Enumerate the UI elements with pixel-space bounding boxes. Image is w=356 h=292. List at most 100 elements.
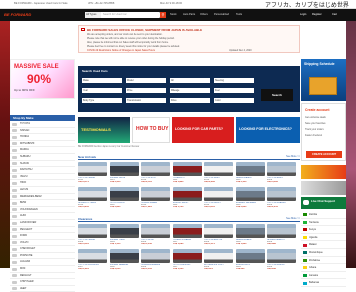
make-list-item[interactable]: SUBARU (10, 154, 75, 161)
create-account-button[interactable]: CREATE ACCOUNT (306, 151, 342, 158)
car-photo[interactable] (204, 224, 233, 238)
car-parts-banner[interactable]: LOOKING FOR CAR PARTS? (172, 117, 234, 143)
car-photo[interactable] (267, 224, 296, 238)
car-card[interactable]: NISSAN MARCH 2009 US$ 990 (267, 224, 296, 245)
car-card[interactable]: NISSAN NOTE 2013 US$ 2,450 (109, 162, 139, 183)
car-card[interactable]: NISSAN TIIDA 2009 US$ 1,150 (109, 224, 139, 245)
type-select[interactable]: All (170, 78, 210, 83)
clearance-see-more[interactable]: See More >> (286, 216, 300, 222)
car-card[interactable]: TOYOTA WISH 2010 US$ 2,830 (204, 162, 233, 183)
car-card[interactable]: SUBARU IMPREZA 2012 US$ 2,680 (235, 187, 265, 208)
car-card[interactable]: TOYOTA NOAH 2010 US$ 3,410 (204, 187, 233, 208)
car-photo[interactable] (172, 224, 202, 238)
body-type-select[interactable]: Body Type (82, 98, 122, 103)
car-photo[interactable] (109, 162, 139, 176)
make-list-item[interactable]: VOLKSWAGEN (10, 207, 75, 214)
make-list-item[interactable]: AUDI (10, 213, 75, 220)
search-type-select[interactable]: All Types (85, 12, 101, 18)
login-link[interactable]: Login (300, 13, 306, 16)
make-list-item[interactable]: DAIHATSU (10, 167, 75, 174)
car-card[interactable]: TOYOTA AXIO 2012 US$ 2,960 (109, 187, 139, 208)
car-photo[interactable] (204, 162, 233, 176)
sale-banner[interactable]: MASSIVE SALE 90% Up to 90% OFF (10, 59, 75, 99)
car-card[interactable]: MAZDA DEMIO 2012 US$ 2,140 (235, 162, 265, 183)
make-list-item[interactable]: RENAULT (10, 273, 75, 280)
car-photo[interactable] (172, 187, 202, 201)
car-card[interactable]: TOYOTA IST 2008 US$ 1,340 (141, 224, 170, 245)
car-card[interactable]: SUZUKI SWIFT 2011 US$ 1,730 (172, 187, 202, 208)
color-select[interactable]: Color (214, 98, 254, 103)
car-photo[interactable] (141, 162, 170, 176)
car-photo[interactable] (141, 187, 170, 201)
country-item[interactable]: Zimbabwe (301, 257, 346, 265)
car-card[interactable]: TOYOTA HIACE 2008 US$ 4,120 (78, 224, 107, 245)
make-list-item[interactable]: FORD (10, 233, 75, 240)
make-list-item[interactable]: CHRYSLER (10, 279, 75, 286)
car-photo[interactable] (78, 224, 107, 238)
car-card[interactable]: TOYOTA PASSO 2008 US$ 940 (267, 249, 296, 270)
car-card[interactable]: TOYOTA VITZ 2012 US$ 2,510 (141, 162, 170, 183)
car-card[interactable]: NISSAN SERENA 2008 US$ 2,010 (109, 249, 139, 270)
car-photo[interactable] (235, 162, 265, 176)
car-photo[interactable] (172, 162, 202, 176)
year-select[interactable]: Year (82, 88, 122, 93)
fuel-select[interactable]: Fuel (214, 88, 254, 93)
make-list-item[interactable]: MINI (10, 266, 75, 273)
make-list-item[interactable]: PORSCHE (10, 253, 75, 260)
car-card[interactable]: SUZUKI ALTO 2009 US$ 820 (235, 249, 265, 270)
search-submit-button[interactable]: Search (261, 89, 293, 101)
make-list-item[interactable]: MERCEDES-BENZ (10, 194, 75, 201)
car-photo[interactable] (109, 187, 139, 201)
country-item[interactable]: Mozambique (301, 249, 346, 257)
make-list-item[interactable]: SUZUKI (10, 161, 75, 168)
car-photo[interactable] (78, 249, 107, 263)
promo-ad[interactable] (301, 181, 346, 195)
car-card[interactable]: HONDA STREAM 2007 US$ 1,290 (172, 224, 202, 245)
car-photo[interactable] (78, 162, 107, 176)
car-photo[interactable] (267, 162, 296, 176)
drive-select[interactable]: Drive (170, 98, 210, 103)
steering-select[interactable]: Steering (214, 78, 254, 83)
car-photo[interactable] (78, 187, 107, 201)
car-photo[interactable] (109, 249, 139, 263)
car-photo[interactable] (235, 224, 265, 238)
make-list-item[interactable]: TOYOTA (10, 121, 75, 128)
car-photo[interactable] (204, 187, 233, 201)
country-item[interactable]: Bahamas (301, 279, 346, 287)
make-list-item[interactable]: CHEVROLET (10, 246, 75, 253)
model-select[interactable]: Model (126, 78, 166, 83)
car-photo[interactable] (141, 249, 170, 263)
search-button[interactable]: ⚲ (160, 12, 166, 18)
car-card[interactable]: TOYOTA ALLION 2007 US$ 1,560 (172, 249, 202, 270)
live-chat-banner[interactable]: Live Chat Support (301, 197, 346, 209)
make-list-item[interactable]: MITSUBISHI (10, 141, 75, 148)
car-photo[interactable] (172, 249, 202, 263)
car-card[interactable]: MAZDA AXELA 2008 US$ 1,380 (235, 224, 265, 245)
car-card[interactable]: TOYOTA PREMIO 2009 US$ 2,250 (267, 187, 296, 208)
car-photo[interactable] (267, 187, 296, 201)
search-input[interactable]: Search for Used Car (103, 12, 127, 18)
car-card[interactable]: HONDA FIT 2011 US$ 1,980 (172, 162, 202, 183)
new-arrivals-see-more[interactable]: See More >> (286, 154, 300, 160)
car-card[interactable]: HONDA VEZEL 2014 US$ 7,820 (141, 187, 170, 208)
make-list-item[interactable]: LEXUS (10, 187, 75, 194)
car-photo[interactable] (109, 224, 139, 238)
car-card[interactable]: TOYOTA COROLLA 2007 US$ 1,220 (78, 249, 107, 270)
car-photo[interactable] (235, 249, 265, 263)
car-card[interactable]: NISSAN X-TRAIL 2010 US$ 3,950 (78, 187, 107, 208)
notice-link[interactable]: COVID-19 Restrictions Notice of Changes … (87, 49, 155, 52)
nav-auto-parts[interactable]: Auto Parts (183, 13, 195, 16)
site-logo[interactable]: BE FORWARD (4, 12, 31, 17)
car-card[interactable]: MITSUBISHI COLT 2008 US$ 870 (204, 249, 233, 270)
make-list-item[interactable]: LAND ROVER (10, 220, 75, 227)
mileage-select[interactable]: Mileage (170, 88, 210, 93)
search-box[interactable]: All Types Search for Used Car (85, 12, 160, 18)
nav-others[interactable]: Others (200, 13, 208, 16)
country-item[interactable]: Zambia (301, 211, 346, 219)
make-list-item[interactable]: NISSAN (10, 128, 75, 135)
car-photo[interactable] (141, 224, 170, 238)
nav-stock[interactable]: Stock (170, 13, 177, 16)
car-card[interactable]: TOYOTA RACTIS 2009 US$ 1,470 (204, 224, 233, 245)
make-list-item[interactable]: JAGUAR (10, 259, 75, 267)
country-item[interactable]: Malawi (301, 241, 346, 249)
